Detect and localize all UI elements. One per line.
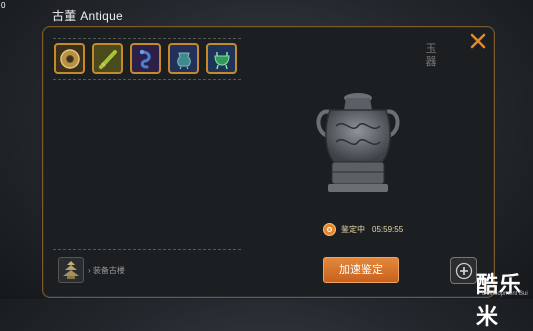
watermark-logo: 酷乐米: [476, 272, 523, 329]
bronze-vessel-icon: [176, 52, 191, 69]
pagoda-icon: [63, 261, 79, 279]
jade-cauldron-icon: [213, 51, 230, 69]
alarm-clock-icon: [323, 223, 336, 236]
add-button[interactable]: [450, 257, 477, 284]
equip-antique-tower-link[interactable]: › 装备古楼: [88, 265, 125, 276]
plus-circle-icon: [455, 262, 472, 279]
artifact-image: [308, 88, 408, 205]
divider-top: [53, 38, 241, 39]
item-slot-jade-cauldron[interactable]: [206, 43, 237, 74]
divider-middle: [53, 79, 241, 80]
speed-up-appraisal-button[interactable]: 加速鉴定: [323, 257, 399, 283]
corner-marker: 0: [1, 1, 6, 10]
appraisal-status: 鉴定中 05:59:55: [323, 223, 403, 236]
category-side-title: 玉器: [425, 42, 437, 68]
item-slot-jade-sword[interactable]: [92, 43, 123, 74]
tower-link-label: 装备古楼: [92, 266, 125, 275]
antique-tower-button[interactable]: [58, 257, 84, 283]
close-button[interactable]: [469, 33, 487, 51]
item-slot-bronze-vessel[interactable]: [168, 43, 199, 74]
jade-sword-icon: [98, 49, 117, 69]
countdown-timer: 05:59:55: [372, 225, 404, 234]
chevron-right-icon: ›: [88, 266, 91, 275]
close-icon: [470, 33, 486, 49]
item-slot-coin[interactable]: [54, 43, 85, 74]
divider-bottom: [53, 249, 241, 250]
item-slot-jade-hook[interactable]: [130, 43, 161, 74]
coin-icon: [59, 48, 80, 69]
status-label: 鉴定中: [341, 225, 365, 234]
bronze-gui-vessel-image: [316, 93, 400, 192]
development-build-note: Development Bui: [482, 291, 528, 297]
jade-hook-icon: [139, 49, 151, 68]
page-title: 古董 Antique: [52, 9, 124, 23]
